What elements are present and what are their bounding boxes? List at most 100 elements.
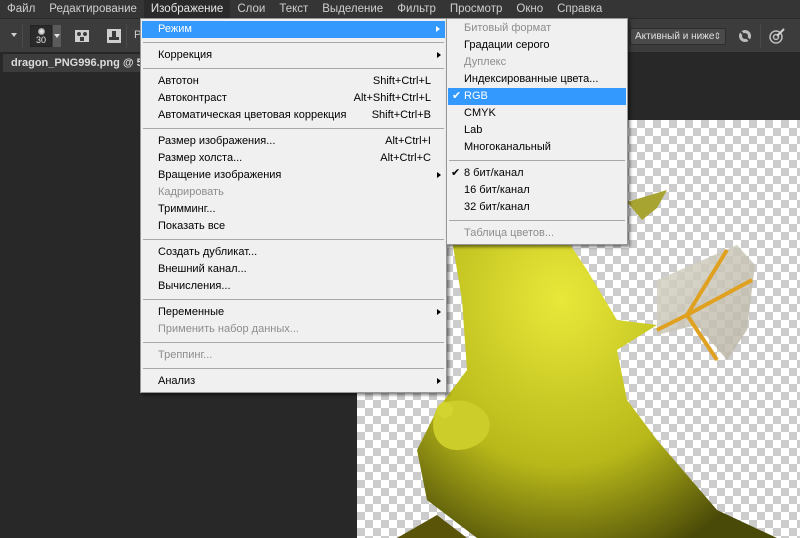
mode-indexed-color[interactable]: Индексированные цвета... — [447, 71, 627, 88]
menu-bar: Файл Редактирование Изображение Слои Тек… — [0, 0, 800, 19]
menu-item-mode[interactable]: Режим — [142, 21, 445, 38]
menu-item-duplicate[interactable]: Создать дубликат... — [141, 244, 446, 261]
menu-item-label: Переменные — [158, 306, 225, 318]
menu-item-canvas-size[interactable]: Размер холста... Alt+Ctrl+C — [141, 150, 446, 167]
menu-item-shortcut: Alt+Ctrl+I — [385, 135, 431, 147]
mode-16-bit[interactable]: 16 бит/канал — [447, 182, 627, 199]
menu-item-auto-color[interactable]: Автоматическая цветовая коррекция Shift+C… — [141, 107, 446, 124]
menu-filter[interactable]: Фильтр — [390, 0, 443, 19]
mode-rgb[interactable]: ✔ RGB — [448, 88, 626, 105]
menu-item-calculations[interactable]: Вычисления... — [141, 278, 446, 295]
menu-separator — [143, 128, 444, 129]
mode-multichannel[interactable]: Многоканальный — [447, 139, 627, 156]
menu-select[interactable]: Выделение — [315, 0, 390, 19]
menu-item-label: Вычисления... — [158, 280, 231, 292]
menu-item-label: Вращение изображения — [158, 169, 282, 181]
menu-item-label: 32 бит/канал — [464, 201, 530, 213]
menu-item-label: Анализ — [158, 375, 196, 387]
menu-item-image-size[interactable]: Размер изображения... Alt+Ctrl+I — [141, 133, 446, 150]
menu-item-image-rotation[interactable]: Вращение изображения — [141, 167, 446, 184]
menu-item-trim[interactable]: Тримминг... — [141, 201, 446, 218]
submenu-arrow-icon — [437, 309, 441, 315]
submenu-arrow-icon — [437, 172, 441, 178]
menu-item-label: Таблица цветов... — [464, 227, 555, 239]
menu-item-label: Применить набор данных... — [158, 323, 299, 335]
menu-item-label: Градации серого — [464, 39, 550, 51]
brush-dropdown-button[interactable] — [53, 25, 61, 47]
menu-separator — [449, 160, 625, 161]
sample-mode-value: Активный и ниже — [635, 31, 715, 42]
menu-item-label: Режим — [158, 23, 192, 35]
menu-item-label: Тримминг... — [158, 203, 216, 215]
checkmark-icon: ✔ — [452, 90, 462, 102]
menu-item-auto-tone[interactable]: Автотон Shift+Ctrl+L — [141, 73, 446, 90]
sample-layers-select[interactable]: Активный и ниже ⇕ — [630, 28, 726, 45]
menu-item-variables[interactable]: Переменные — [141, 304, 446, 321]
divider — [126, 24, 127, 48]
brush-preset-picker[interactable]: 30 — [30, 25, 52, 47]
tool-preset-dropdown-icon[interactable] — [11, 33, 17, 37]
menu-item-reveal-all[interactable]: Показать все — [141, 218, 446, 235]
pressure-for-size-icon[interactable] — [768, 27, 786, 45]
menu-item-label: Многоканальный — [464, 141, 551, 153]
stamp-icon[interactable] — [105, 27, 123, 45]
divider — [760, 24, 761, 48]
menu-separator — [143, 42, 444, 43]
menu-item-label: Дуплекс — [464, 56, 507, 68]
menu-image[interactable]: Изображение — [143, 0, 231, 19]
menu-item-label: 16 бит/канал — [464, 184, 530, 196]
menu-window[interactable]: Окно — [509, 0, 550, 19]
menu-separator — [143, 299, 444, 300]
menu-item-label: Битовый формат — [464, 22, 552, 34]
menu-item-label: Коррекция — [158, 49, 213, 61]
mode-32-bit[interactable]: 32 бит/канал — [447, 199, 627, 216]
menu-separator — [143, 68, 444, 69]
mode-duotone: Дуплекс — [447, 54, 627, 71]
document-tab[interactable]: dragon_PNG996.png @ 50% — [3, 54, 153, 72]
menu-item-shortcut: Alt+Ctrl+C — [380, 152, 431, 164]
menu-item-shortcut: Shift+Ctrl+L — [372, 75, 431, 87]
checkmark-icon: ✔ — [451, 167, 461, 179]
menu-item-label: RGB — [464, 90, 488, 102]
menu-item-label: Треппинг... — [158, 349, 213, 361]
menu-item-label: Создать дубликат... — [158, 246, 258, 258]
mode-lab[interactable]: Lab — [447, 122, 627, 139]
mode-8-bit[interactable]: ✔ 8 бит/канал — [447, 165, 627, 182]
menu-item-crop: Кадрировать — [141, 184, 446, 201]
menu-item-apply-data-set: Применить набор данных... — [141, 321, 446, 338]
menu-item-label: Размер холста... — [158, 152, 243, 164]
menu-layers[interactable]: Слои — [230, 0, 272, 19]
menu-item-shortcut: Alt+Shift+Ctrl+L — [353, 92, 431, 104]
menu-help[interactable]: Справка — [550, 0, 609, 19]
submenu-arrow-icon — [436, 26, 440, 32]
menu-item-auto-contrast[interactable]: Автоконтраст Alt+Shift+Ctrl+L — [141, 90, 446, 107]
menu-separator — [143, 368, 444, 369]
clone-source-icon[interactable] — [73, 27, 91, 45]
menu-item-label: Автотон — [158, 75, 199, 87]
menu-edit[interactable]: Редактирование — [42, 0, 144, 19]
submenu-arrow-icon — [437, 378, 441, 384]
menu-item-label: CMYK — [464, 107, 496, 119]
mode-submenu: Битовый формат Градации серого Дуплекс И… — [446, 18, 628, 245]
menu-item-adjustments[interactable]: Коррекция — [141, 47, 446, 64]
image-menu-dropdown: Режим Коррекция Автотон Shift+Ctrl+L Авто… — [140, 18, 447, 393]
brush-size-value: 30 — [35, 35, 46, 45]
menu-file[interactable]: Файл — [0, 0, 42, 19]
menu-item-apply-image[interactable]: Внешний канал... — [141, 261, 446, 278]
menu-type[interactable]: Текст — [272, 0, 315, 19]
mode-color-table: Таблица цветов... — [447, 225, 627, 242]
divider — [22, 24, 23, 48]
menu-item-analysis[interactable]: Анализ — [141, 373, 446, 390]
select-arrows-icon: ⇕ — [713, 31, 721, 41]
mode-grayscale[interactable]: Градации серого — [447, 37, 627, 54]
menu-item-shortcut: Shift+Ctrl+B — [371, 109, 431, 121]
mode-bitmap: Битовый формат — [447, 20, 627, 37]
ignore-adjustment-layers-icon[interactable] — [736, 27, 754, 45]
menu-view[interactable]: Просмотр — [443, 0, 510, 19]
menu-item-label: Внешний канал... — [158, 263, 247, 275]
menu-item-label: Кадрировать — [158, 186, 224, 198]
menu-item-label: Индексированные цвета... — [464, 73, 599, 85]
mode-cmyk[interactable]: CMYK — [447, 105, 627, 122]
photoshop-window: Файл Редактирование Изображение Слои Тек… — [0, 0, 800, 538]
menu-separator — [143, 342, 444, 343]
